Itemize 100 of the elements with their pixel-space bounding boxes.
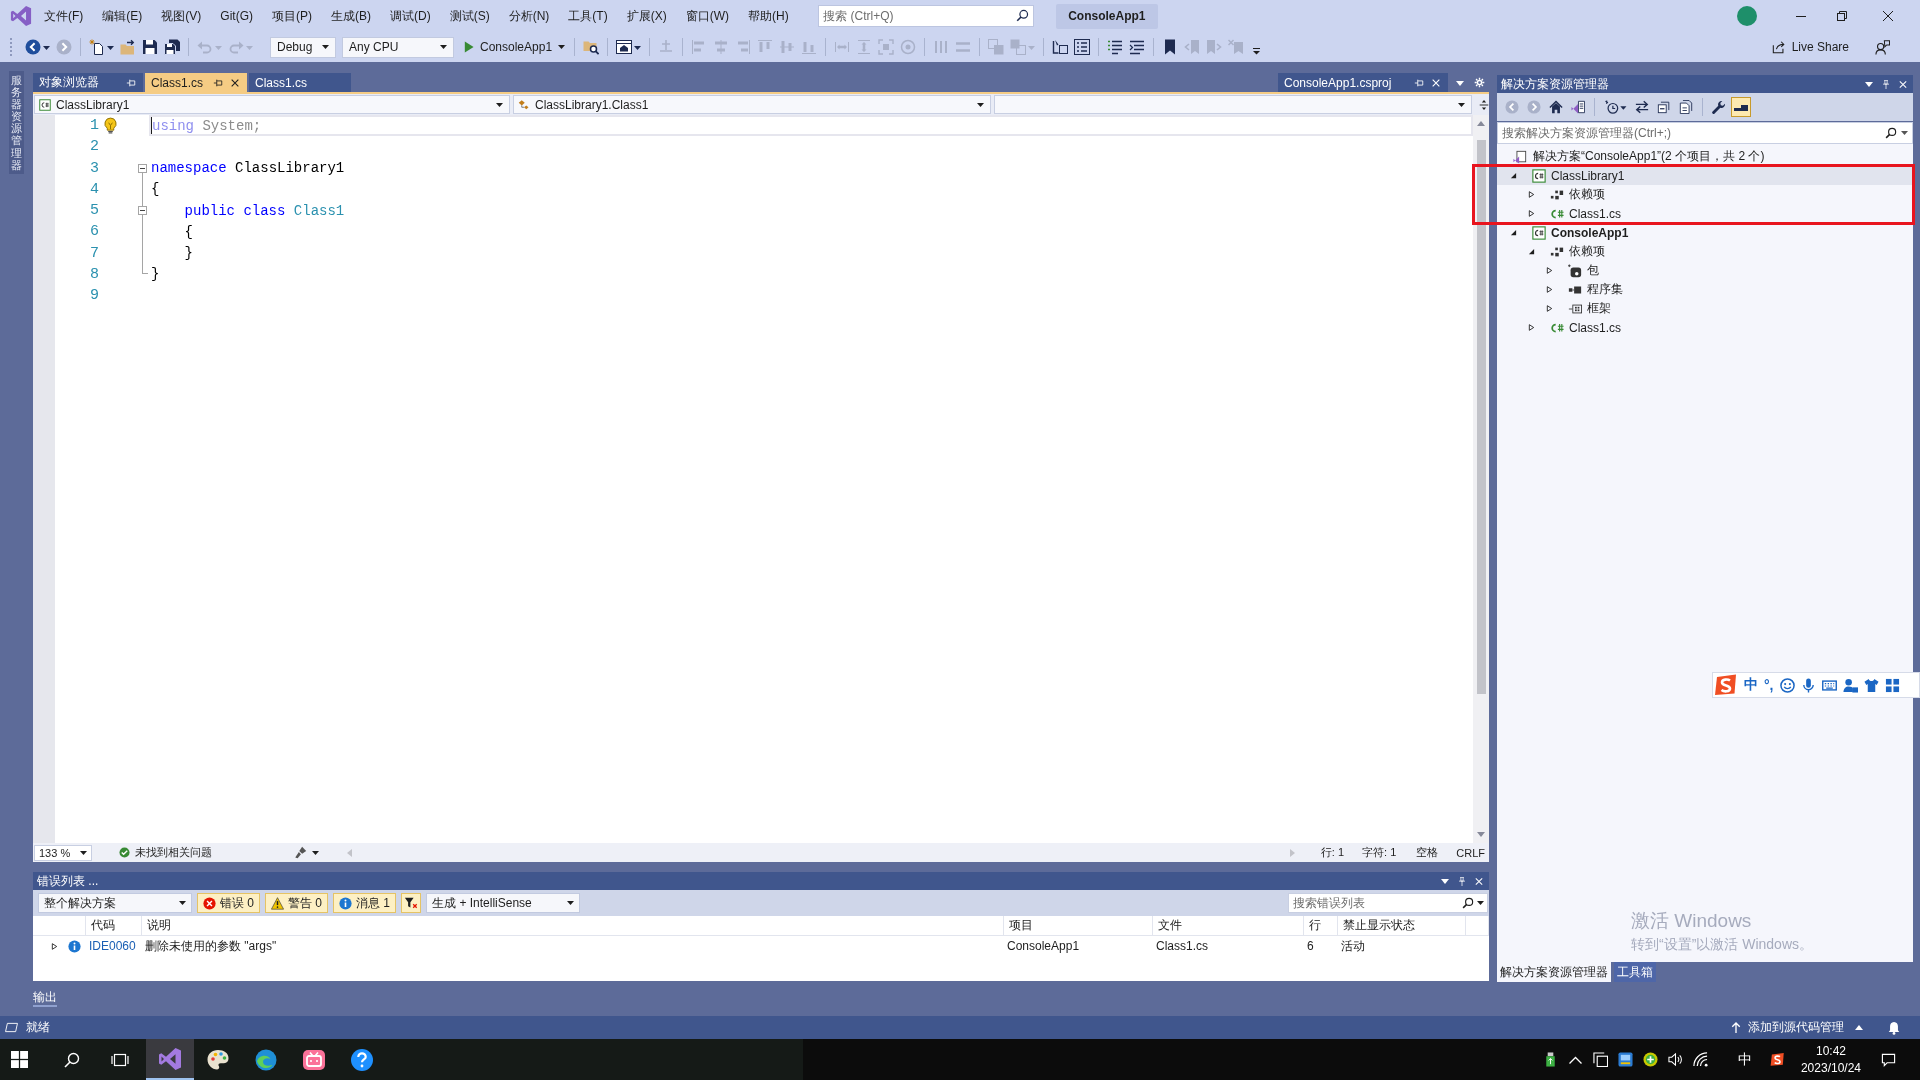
caret-right-icon[interactable] [1545, 305, 1553, 312]
caret-icon[interactable] [1901, 131, 1908, 135]
folder-search-icon[interactable] [583, 39, 600, 55]
show-all-files-icon[interactable] [1678, 99, 1694, 115]
avatar-icon[interactable] [1737, 6, 1757, 26]
start-button[interactable]: ConsoleApp1 [460, 36, 570, 58]
folder-open-icon[interactable] [120, 39, 136, 55]
platform-dropdown[interactable]: Any CPU [342, 36, 454, 58]
column-header[interactable]: 说明 [142, 916, 1004, 936]
tree-item[interactable]: ConsoleApp1 [1497, 223, 1913, 242]
app-icon[interactable] [1617, 1052, 1633, 1067]
tree-item[interactable]: 依赖项 [1497, 242, 1913, 261]
tree-item[interactable]: Class1.cs [1497, 318, 1913, 337]
vertical-scrollbar[interactable] [1473, 115, 1489, 843]
output-tab[interactable]: 输出 [33, 989, 57, 1007]
save-all-icon[interactable] [164, 39, 180, 55]
shirt-icon[interactable] [1863, 677, 1879, 693]
document-tab[interactable]: 对象浏览器 [33, 73, 143, 92]
grid-icon[interactable] [1884, 677, 1900, 693]
settings-icon[interactable] [1474, 77, 1485, 88]
funnel-icon[interactable] [401, 893, 422, 913]
menu-item[interactable]: 窗口(W) [676, 5, 739, 27]
start-icon[interactable] [11, 1051, 28, 1068]
taskbar-app[interactable] [146, 1039, 194, 1080]
line-ending[interactable]: CRLF [1456, 846, 1485, 859]
back-icon[interactable] [25, 39, 50, 55]
ime-punctuation[interactable]: °, [1764, 677, 1774, 693]
input-method-icon[interactable] [1714, 674, 1738, 696]
tablet-icon[interactable] [1592, 1052, 1608, 1067]
clock-date[interactable]: 2023/10/24 [1800, 1059, 1861, 1077]
input-method-icon[interactable] [1769, 1052, 1785, 1067]
tree-item[interactable]: 解决方案“ConsoleApp1”(2 个项目，共 2 个) [1497, 147, 1913, 166]
tree-item[interactable]: 包 [1497, 261, 1913, 280]
microphone-icon[interactable] [1800, 677, 1816, 693]
menu-item[interactable]: 扩展(X) [617, 5, 677, 27]
member-list-icon[interactable] [1074, 39, 1091, 55]
pin-icon[interactable] [213, 77, 223, 88]
menu-item[interactable]: 生成(B) [321, 5, 381, 27]
menu-item[interactable]: 视图(V) [151, 5, 211, 27]
go-to-member-icon[interactable] [1052, 39, 1069, 55]
notification-icon[interactable] [1887, 1020, 1901, 1035]
menu-item[interactable]: 文件(F) [34, 5, 93, 27]
search-field[interactable]: 搜索 (Ctrl+Q) [818, 5, 1035, 27]
zoom-dropdown[interactable]: 133 % [34, 844, 92, 861]
error-filter-button[interactable]: 错误 0 [197, 893, 260, 913]
caret-right-icon[interactable] [1527, 324, 1535, 331]
app-logo-icon[interactable] [10, 5, 32, 27]
info-filter-button[interactable]: 消息 1 [333, 893, 397, 913]
plus-icon[interactable] [1642, 1052, 1658, 1067]
feedback-icon[interactable] [1875, 39, 1890, 55]
caret-icon[interactable] [1477, 901, 1484, 905]
overflow-icon[interactable] [1253, 47, 1261, 55]
panel-tab[interactable]: 解决方案资源管理器 [1497, 962, 1611, 982]
caret-icon[interactable] [1441, 876, 1449, 886]
task-view-icon[interactable] [111, 1051, 129, 1068]
source-dropdown[interactable]: 生成 + IntelliSense [426, 893, 581, 913]
side-tab[interactable]: 服务器资源管理器 [9, 71, 24, 174]
scope-dropdown[interactable]: 整个解决方案 [38, 893, 192, 913]
switch-views-icon[interactable] [1570, 99, 1586, 115]
comment-icon[interactable] [1107, 39, 1124, 55]
menu-item[interactable]: 工具(T) [558, 5, 618, 27]
menu-item[interactable]: 分析(N) [499, 5, 559, 27]
source-control-button[interactable]: 添加到源代码管理 [1731, 1019, 1863, 1036]
menu-item[interactable]: Git(G) [210, 5, 263, 27]
browser-window-icon[interactable] [616, 39, 642, 55]
new-item-icon[interactable] [89, 39, 114, 55]
properties-icon[interactable] [1711, 99, 1727, 115]
error-code-link[interactable]: IDE0060 [89, 939, 136, 953]
caret-right-icon[interactable] [1545, 267, 1553, 274]
type-dropdown[interactable]: ClassLibrary1.Class1 [513, 95, 991, 114]
document-tab[interactable]: Class1.cs [249, 73, 351, 92]
collapse-all-icon[interactable] [1656, 99, 1672, 115]
wifi-icon[interactable] [1692, 1052, 1708, 1067]
document-tab[interactable]: Class1.cs [145, 73, 247, 92]
panel-tab[interactable]: 工具箱 [1614, 962, 1656, 982]
close-icon[interactable] [230, 77, 240, 88]
collapse-icon[interactable] [138, 163, 147, 173]
tree-item[interactable]: 框架 [1497, 299, 1913, 318]
notification-icon[interactable] [1881, 1052, 1896, 1067]
search-icon[interactable] [1016, 9, 1030, 22]
caret-icon[interactable] [1865, 79, 1873, 89]
smiley-icon[interactable] [1779, 677, 1795, 693]
speaker-icon[interactable] [1667, 1052, 1683, 1067]
tree-item[interactable]: Class1.cs [1497, 204, 1913, 223]
warning-filter-button[interactable]: 警告 0 [265, 893, 329, 913]
caret-down-icon[interactable] [1509, 229, 1517, 236]
tree-item[interactable]: 程序集 [1497, 280, 1913, 299]
column-header[interactable]: 行 [1304, 916, 1338, 936]
uncomment-icon[interactable] [1129, 39, 1146, 55]
live-share-button[interactable]: Live Share [1771, 36, 1849, 58]
project-dropdown[interactable]: ClassLibrary1 [34, 95, 510, 114]
menu-item[interactable]: 测试(S) [440, 5, 500, 27]
split-icon[interactable] [1479, 98, 1489, 111]
collapse-icon[interactable] [138, 206, 147, 215]
save-icon[interactable] [142, 39, 158, 55]
column-header[interactable]: 项目 [1004, 916, 1153, 936]
configuration-dropdown[interactable]: Debug [270, 36, 336, 58]
scroll-down-icon[interactable] [1477, 832, 1485, 837]
clock-time[interactable]: 10:42 [1815, 1042, 1846, 1060]
menu-item[interactable]: 项目(P) [262, 5, 322, 27]
